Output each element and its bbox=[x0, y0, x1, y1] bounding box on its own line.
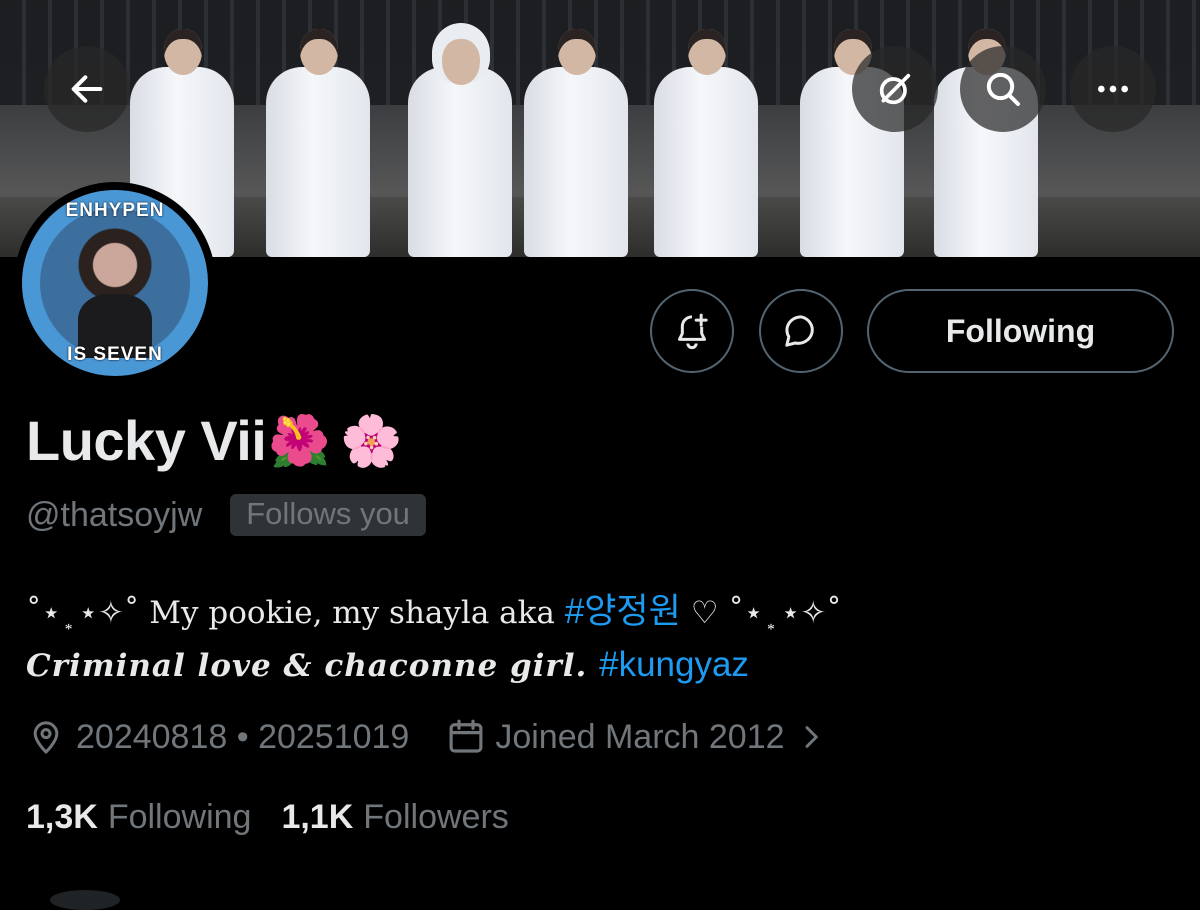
display-name: Lucky Vii bbox=[26, 409, 267, 472]
avatar[interactable]: ENHYPEN IS SEVEN bbox=[14, 182, 216, 384]
followed-by-avatars bbox=[50, 890, 120, 910]
grok-button[interactable] bbox=[852, 46, 938, 132]
profile-meta: 20240818 • 20251019 Joined March 2012 bbox=[26, 716, 827, 758]
avatar-text-bottom: IS SEVEN bbox=[67, 344, 163, 365]
calendar-icon bbox=[449, 719, 483, 753]
chevron-right-icon bbox=[805, 726, 818, 748]
grok-icon bbox=[879, 73, 911, 105]
hibiscus-emoji: 🌺 bbox=[268, 412, 331, 469]
followers-count: 1,1K bbox=[281, 798, 354, 836]
location-pin-icon bbox=[33, 721, 59, 754]
message-bubble-icon bbox=[785, 315, 814, 347]
location-item: 20240818 • 20251019 bbox=[26, 717, 409, 757]
arrow-left-icon bbox=[71, 75, 103, 103]
banner-person bbox=[520, 29, 632, 257]
search-icon bbox=[986, 72, 1020, 106]
back-button[interactable] bbox=[44, 46, 130, 132]
handle-row: @thatsoyjw Follows you bbox=[26, 494, 426, 536]
cherry-blossom-emoji: 🌸 bbox=[340, 412, 402, 469]
avatar-image: ENHYPEN IS SEVEN bbox=[22, 190, 208, 376]
following-count: 1,3K bbox=[26, 798, 98, 836]
profile-name: Lucky Vii 🌺 🌸 bbox=[26, 408, 402, 473]
following-label: Following bbox=[107, 798, 252, 836]
following-button[interactable]: Following bbox=[867, 289, 1174, 373]
profile-stats: 1,3K Following 1,1K Followers bbox=[26, 798, 509, 837]
bio-text-1: ˚⋆ ͙ ⋆✧˚ My pookie, my shayla aka bbox=[26, 595, 565, 631]
following-stat[interactable]: 1,3K Following bbox=[26, 798, 251, 837]
followers-stat[interactable]: 1,1K Followers bbox=[281, 798, 508, 837]
bio-text-1-tail: ♡ ˚⋆ ͙ ⋆✧˚ bbox=[680, 595, 842, 631]
avatar-photo bbox=[40, 208, 190, 358]
joined-text: Joined March 2012 bbox=[495, 717, 785, 756]
follows-you-badge: Follows you bbox=[230, 494, 426, 536]
message-button[interactable] bbox=[759, 289, 843, 373]
avatar-text-top: ENHYPEN bbox=[65, 200, 165, 221]
bell-plus-icon bbox=[678, 313, 708, 350]
more-horizontal-icon bbox=[1098, 85, 1128, 93]
bio-text-2: Criminal love & chaconne girl. bbox=[26, 648, 600, 684]
bio-line-2: Criminal love & chaconne girl. #kungyaz bbox=[26, 639, 1176, 692]
profile-bio: ˚⋆ ͙ ⋆✧˚ My pookie, my shayla aka #양정원 ♡… bbox=[26, 586, 1176, 692]
joined-item[interactable]: Joined March 2012 bbox=[445, 716, 826, 758]
bio-line-1: ˚⋆ ͙ ⋆✧˚ My pookie, my shayla aka #양정원 ♡… bbox=[26, 586, 1176, 639]
search-button[interactable] bbox=[960, 46, 1046, 132]
notifications-button[interactable] bbox=[650, 289, 734, 373]
followers-label: Followers bbox=[363, 798, 509, 836]
more-button[interactable] bbox=[1070, 46, 1156, 132]
hashtag-link-1[interactable]: #양정원 bbox=[565, 592, 681, 631]
user-handle: @thatsoyjw bbox=[26, 495, 203, 534]
banner-person bbox=[404, 23, 516, 257]
banner-person bbox=[262, 29, 374, 257]
banner-person bbox=[650, 29, 762, 257]
hashtag-link-2[interactable]: #kungyaz bbox=[599, 645, 749, 684]
location-text: 20240818 • 20251019 bbox=[76, 717, 410, 756]
